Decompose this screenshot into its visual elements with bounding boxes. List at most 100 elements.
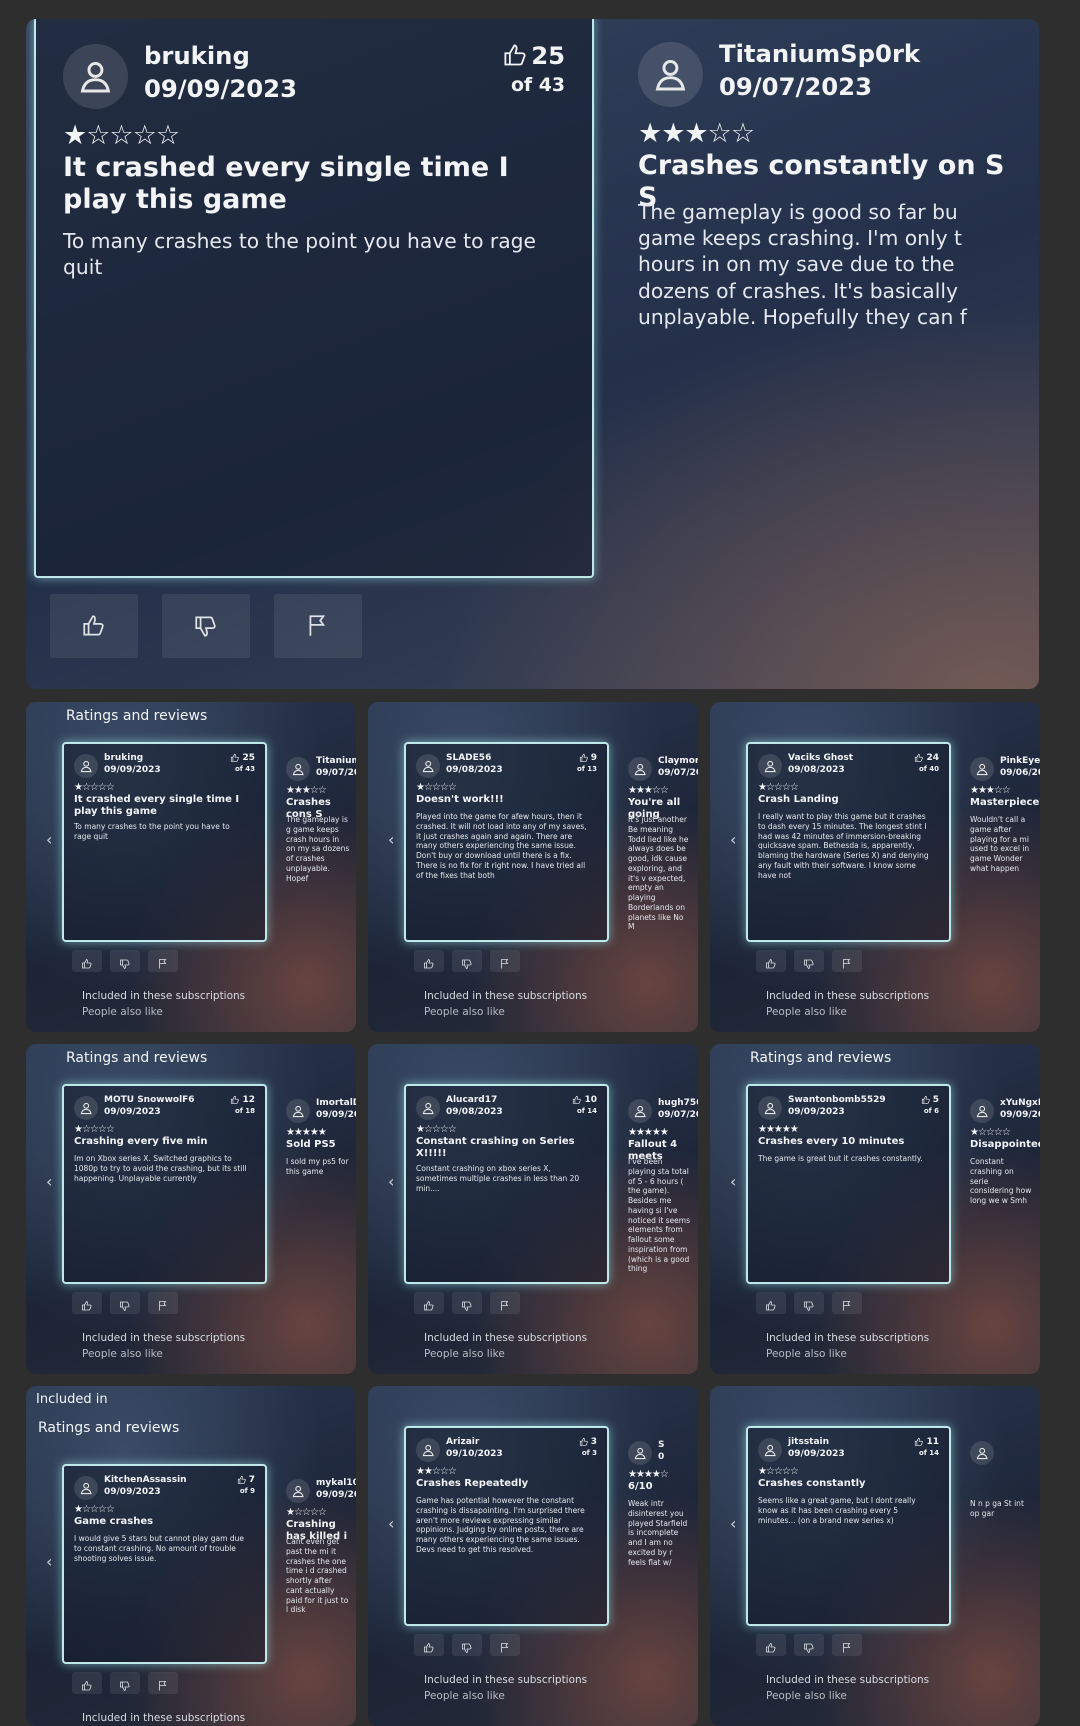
- helpful-count: 3: [579, 1437, 597, 1447]
- flag-button[interactable]: [832, 950, 862, 972]
- review-card-peek[interactable]: xYuNgxBoN3x 09/09/2023 ★☆☆☆☆Disappointed Co…: [960, 1089, 1040, 1289]
- included-subscriptions-link[interactable]: Included in these subscriptions: [766, 1674, 929, 1686]
- included-subscriptions-link[interactable]: Included in these subscriptions: [424, 1332, 587, 1344]
- thumbs-up-button[interactable]: [414, 1634, 444, 1656]
- previous-review-arrow[interactable]: ‹: [388, 1514, 394, 1533]
- flag-button[interactable]: [490, 950, 520, 972]
- thumbs-up-button[interactable]: [72, 1672, 102, 1694]
- review-date: 09/09/2023: [1000, 1110, 1040, 1120]
- review-card-peek[interactable]: hugh75009/07/2023★★★★★Fallout 4 meetsI'v…: [618, 1089, 698, 1289]
- star-rating: ★★★☆☆: [638, 117, 755, 149]
- previous-review-arrow[interactable]: ‹: [46, 1552, 52, 1571]
- review-card-peek[interactable]: TitaniumSp0rk 09/07/2023 ★★★☆☆ Crashes cons…: [611, 19, 1039, 555]
- thumbs-up-icon: [914, 753, 924, 763]
- people-also-like-link[interactable]: People also like: [424, 1690, 505, 1702]
- thumbs-down-button[interactable]: [794, 1634, 824, 1656]
- previous-review-arrow[interactable]: ‹: [388, 830, 394, 849]
- flag-button[interactable]: [148, 1292, 178, 1314]
- review-date: 09/06/2023: [1000, 768, 1040, 778]
- flag-button[interactable]: [832, 1634, 862, 1656]
- previous-review-arrow[interactable]: ‹: [730, 1514, 736, 1533]
- people-also-like-link[interactable]: People also like: [82, 1006, 163, 1018]
- review-body: The gameplay is g game keeps crash hours…: [286, 815, 350, 883]
- review-card-peek[interactable]: mykal107709/09/2023★☆☆☆☆Crashing has kil…: [276, 1469, 356, 1669]
- review-body: Constant crashing on serie considering h…: [970, 1157, 1032, 1205]
- review-card[interactable]: KitchenAssassin 09/09/2023 7 of 9 ★☆☆☆☆ Game …: [62, 1464, 267, 1664]
- thumbs-down-button[interactable]: [452, 1292, 482, 1314]
- included-subscriptions-link[interactable]: Included in these subscriptions: [424, 990, 587, 1002]
- thumbs-up-button[interactable]: [756, 950, 786, 972]
- review-card-peek[interactable]: Claymore09/07/202★★★☆☆You're all goingIt…: [618, 747, 698, 947]
- thumbs-up-button[interactable]: [414, 950, 444, 972]
- review-card[interactable]: bruking 09/09/2023 25 of 43 ★☆☆☆☆ It crashed …: [62, 742, 267, 942]
- reviewer-name: SLADE56: [446, 753, 492, 763]
- included-subscriptions-link[interactable]: Included in these subscriptions: [82, 990, 245, 1002]
- review-title: Crashes every 10 minutes: [758, 1136, 905, 1147]
- review-card[interactable]: SLADE56 09/08/2023 9 of 13 ★☆☆☆☆ Doesn't work…: [404, 742, 609, 942]
- thumbs-up-button[interactable]: [72, 1292, 102, 1314]
- flag-button[interactable]: [490, 1634, 520, 1656]
- review-card[interactable]: jitsstain 09/09/2023 11 of 14 ★☆☆☆☆ Crashes c…: [746, 1426, 951, 1626]
- thumbs-up-button[interactable]: [72, 950, 102, 972]
- review-body: To many crashes to the point you have to…: [63, 228, 536, 279]
- flag-button[interactable]: [490, 1292, 520, 1314]
- review-card-peek[interactable]: S 0 ★★★★☆ 6/10 Weak intr disinterest you pla…: [618, 1431, 698, 1631]
- flag-button[interactable]: [274, 594, 362, 658]
- previous-review-arrow[interactable]: ‹: [730, 830, 736, 849]
- people-also-like-link[interactable]: People also like: [424, 1348, 505, 1360]
- included-subscriptions-link[interactable]: Included in these subscriptions: [82, 1712, 245, 1724]
- thumbs-down-button[interactable]: [452, 1634, 482, 1656]
- review-card[interactable]: Arizair 09/10/2023 3 of 3 ★★☆☆☆ Crashes Repea…: [404, 1426, 609, 1626]
- thumbs-up-button[interactable]: [756, 1634, 786, 1656]
- previous-review-arrow[interactable]: ‹: [46, 1172, 52, 1191]
- people-also-like-link[interactable]: People also like: [766, 1348, 847, 1360]
- thumbs-up-button[interactable]: [50, 594, 138, 658]
- review-card[interactable]: Vaciks Ghost 09/08/2023 24 of 40 ★☆☆☆☆ Crash …: [746, 742, 951, 942]
- review-card-peek[interactable]: Titanium09/07/20★★★☆☆Crashes cons SThe g…: [276, 747, 356, 947]
- people-also-like-link[interactable]: People also like: [82, 1348, 163, 1360]
- thumbs-down-button[interactable]: [794, 950, 824, 972]
- included-subscriptions-link[interactable]: Included in these subscriptions: [424, 1674, 587, 1686]
- thumbs-down-button[interactable]: [162, 594, 250, 658]
- review-screen-tile: Alucard17 09/08/2023 10 of 14 ★☆☆☆☆ Constant …: [368, 1044, 698, 1374]
- thumbs-up-button[interactable]: [756, 1292, 786, 1314]
- thumbs-down-button[interactable]: [794, 1292, 824, 1314]
- flag-icon: [157, 1677, 169, 1691]
- star-rating: ★☆☆☆☆: [74, 782, 115, 793]
- previous-review-arrow[interactable]: ‹: [46, 830, 52, 849]
- review-card-peek[interactable]: N n p ga St int op gar: [960, 1431, 1040, 1631]
- review-card[interactable]: Swantonbomb5529 09/09/2023 5 of 6 ★★★★★ Crash…: [746, 1084, 951, 1284]
- included-subscriptions-link[interactable]: Included in these subscriptions: [82, 1332, 245, 1344]
- thumbs-down-button[interactable]: [110, 1292, 140, 1314]
- included-subscriptions-link[interactable]: Included in these subscriptions: [766, 990, 929, 1002]
- review-body: The gameplay is good so far bu game keep…: [638, 199, 967, 329]
- avatar: [628, 1441, 652, 1465]
- star-rating: ★☆☆☆☆: [416, 1124, 457, 1135]
- review-card-peek[interactable]: PinkEyePup 09/06/2023 ★★★☆☆Masterpiece? Wou…: [960, 747, 1040, 947]
- thumbs-up-icon: [921, 1095, 931, 1105]
- flag-icon: [499, 955, 511, 969]
- flag-button[interactable]: [148, 1672, 178, 1694]
- thumbs-down-button[interactable]: [110, 950, 140, 972]
- previous-review-arrow[interactable]: ‹: [730, 1172, 736, 1191]
- thumbs-up-icon: [579, 753, 589, 763]
- review-card-peek[interactable]: ImortalDragonMK 09/09/2023 ★★★★★Sold PS5 I …: [276, 1089, 356, 1289]
- review-card[interactable]: Alucard17 09/08/2023 10 of 14 ★☆☆☆☆ Constant …: [404, 1084, 609, 1284]
- helpful-count: 25: [502, 41, 565, 70]
- thumbs-down-button[interactable]: [452, 950, 482, 972]
- people-also-like-link[interactable]: People also like: [766, 1690, 847, 1702]
- review-title: It crashed every single time I play this…: [63, 152, 509, 216]
- people-also-like-link[interactable]: People also like: [766, 1006, 847, 1018]
- flag-button[interactable]: [148, 950, 178, 972]
- previous-review-arrow[interactable]: ‹: [388, 1172, 394, 1191]
- flag-button[interactable]: [832, 1292, 862, 1314]
- thumbs-down-icon: [193, 613, 219, 639]
- review-card[interactable]: MOTU SnowwolF6 09/09/2023 12 of 18 ★☆☆☆☆ Cras…: [62, 1084, 267, 1284]
- thumbs-up-icon: [237, 1475, 247, 1485]
- review-card[interactable]: bruking 09/09/2023 25 of 43 ★☆☆☆☆ It crashed …: [34, 19, 594, 578]
- included-subscriptions-link[interactable]: Included in these subscriptions: [766, 1332, 929, 1344]
- review-date: 09/08/2023: [788, 765, 845, 775]
- thumbs-down-button[interactable]: [110, 1672, 140, 1694]
- thumbs-up-button[interactable]: [414, 1292, 444, 1314]
- people-also-like-link[interactable]: People also like: [424, 1006, 505, 1018]
